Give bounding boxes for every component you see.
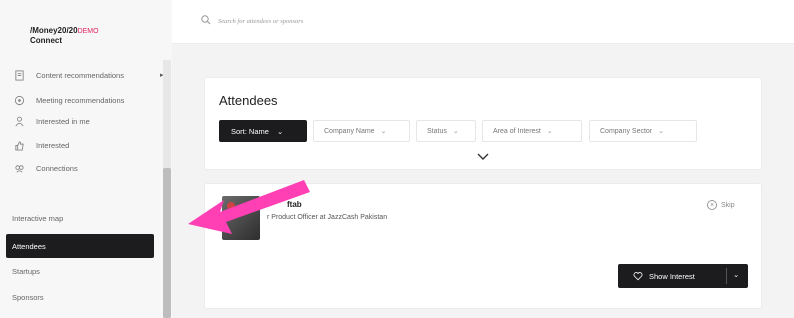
filter-label: Company Sector xyxy=(600,127,653,135)
filter-company-sector[interactable]: Company Sector ⌄ xyxy=(589,120,697,142)
search-input[interactable] xyxy=(218,14,438,28)
sidebar-item-label: Connections xyxy=(36,163,78,173)
skip-label: Skip xyxy=(721,201,735,209)
sort-button[interactable]: Sort: Name ⌄ xyxy=(219,120,307,142)
chevron-down-icon: ⌄ xyxy=(546,128,553,135)
chevron-down-icon: ⌄ xyxy=(380,128,387,135)
sidebar-item-interested-in-me[interactable]: Interested in me xyxy=(12,113,90,129)
target-icon xyxy=(12,94,26,106)
pink-arrow-icon xyxy=(188,180,310,234)
connections-icon xyxy=(12,162,26,174)
sidebar-item-connections[interactable]: Connections xyxy=(12,160,78,176)
sidebar-item-interactive-map[interactable]: Interactive map xyxy=(12,214,63,223)
sidebar-item-startups[interactable]: Startups xyxy=(12,267,40,276)
app-root: /Money20/20DEMO Connect Content recommen… xyxy=(0,0,794,318)
show-interest-label: Show Interest xyxy=(649,271,695,281)
sort-label: Sort: Name xyxy=(231,126,269,136)
skip-icon: × xyxy=(707,200,717,210)
chevron-down-icon[interactable]: ⌄ xyxy=(733,270,739,279)
sidebar-item-label: Interested xyxy=(36,140,70,150)
document-icon xyxy=(12,69,26,81)
chevron-down-icon: ⌄ xyxy=(276,126,284,136)
logo-sub-text: Connect xyxy=(30,36,62,45)
filter-label: Company Name xyxy=(324,127,375,135)
logo-main-text: /Money20/20 xyxy=(30,26,78,35)
sidebar-item-content-recommendations[interactable]: Content recommendations xyxy=(12,67,124,83)
expand-chevron-icon[interactable] xyxy=(477,152,489,162)
sidebar-item-interested[interactable]: Interested xyxy=(12,137,69,153)
filter-company-name[interactable]: Company Name ⌄ xyxy=(313,120,410,142)
sidebar: /Money20/20DEMO Connect Content recommen… xyxy=(0,0,172,318)
sidebar-item-sponsors[interactable]: Sponsors xyxy=(12,293,44,302)
filter-label: Status xyxy=(427,127,447,135)
filter-area-of-interest[interactable]: Area of Interest ⌄ xyxy=(482,120,582,142)
person-icon xyxy=(12,115,26,127)
chevron-down-icon: ⌄ xyxy=(658,128,665,135)
sidebar-item-attendees[interactable]: Attendees xyxy=(6,234,154,258)
show-interest-button[interactable]: Show Interest ⌄ xyxy=(618,264,748,288)
logo-demo-text: DEMO xyxy=(77,28,99,35)
search-icon xyxy=(201,15,211,25)
attendees-filter-card: Attendees Sort: Name ⌄ Company Name ⌄ St… xyxy=(204,77,762,170)
thumbs-up-icon xyxy=(12,139,26,151)
skip-button[interactable]: × Skip xyxy=(707,200,735,210)
chevron-down-icon: ⌄ xyxy=(452,128,459,135)
sidebar-scrollbar-thumb[interactable] xyxy=(163,168,171,318)
sidebar-item-label: Interested in me xyxy=(36,116,90,126)
page-title: Attendees xyxy=(219,93,278,108)
brand-logo[interactable]: /Money20/20DEMO Connect xyxy=(30,24,140,45)
sidebar-item-meeting-recommendations[interactable]: Meeting recommendations xyxy=(12,92,124,108)
button-divider xyxy=(726,268,727,284)
sidebar-item-label: Meeting recommendations xyxy=(36,95,125,105)
filter-label: Area of Interest xyxy=(493,127,541,135)
sidebar-item-label: Content recommendations xyxy=(36,70,124,80)
filter-status[interactable]: Status ⌄ xyxy=(416,120,476,142)
heart-icon xyxy=(633,272,643,281)
